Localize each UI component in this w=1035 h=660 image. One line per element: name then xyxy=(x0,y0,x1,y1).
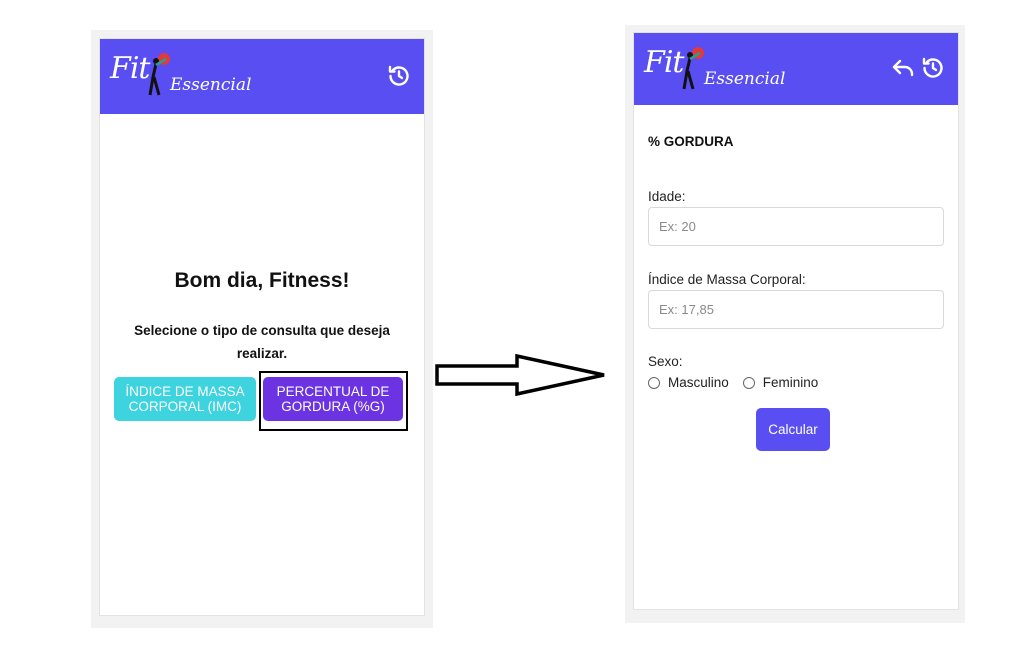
sex-options: Masculino Feminino xyxy=(648,375,818,390)
history-icon[interactable] xyxy=(387,64,411,88)
age-input[interactable] xyxy=(648,207,944,246)
radio-feminino[interactable] xyxy=(742,376,755,389)
imc-button[interactable]: ÍNDICE DE MASSA CORPORAL (IMC) xyxy=(114,377,256,421)
bmi-input[interactable] xyxy=(648,290,944,329)
back-icon[interactable] xyxy=(891,56,915,80)
transition-arrow xyxy=(435,354,605,396)
home-screen: Fit Essencial Bom dia, Fitness! Selecion… xyxy=(99,38,425,616)
radio-masculino-label: Masculino xyxy=(668,375,729,390)
body-fat-button[interactable]: PERCENTUAL DE GORDURA (%G) xyxy=(263,377,403,421)
body-fat-form-screen: Fit Essencial % GORDURA Idade: Índice de… xyxy=(633,32,959,610)
age-label: Idade: xyxy=(648,189,686,204)
form-title: % GORDURA xyxy=(648,134,734,149)
consult-prompt: Selecione o tipo de consulta que deseja … xyxy=(134,323,390,361)
greeting-title: Bom dia, Fitness! xyxy=(174,269,350,292)
history-icon[interactable] xyxy=(921,56,945,80)
sex-label: Sexo: xyxy=(648,354,683,369)
logo-essencial-text: Essencial xyxy=(704,69,786,89)
bmi-label: Índice de Massa Corporal: xyxy=(648,272,806,287)
app-header: Fit Essencial xyxy=(100,39,424,114)
radio-feminino-label: Feminino xyxy=(762,375,819,390)
logo-essencial-text: Essencial xyxy=(170,75,252,95)
app-header: Fit Essencial xyxy=(634,33,958,105)
radio-masculino[interactable] xyxy=(648,376,660,389)
calculate-button[interactable]: Calcular xyxy=(756,408,830,451)
